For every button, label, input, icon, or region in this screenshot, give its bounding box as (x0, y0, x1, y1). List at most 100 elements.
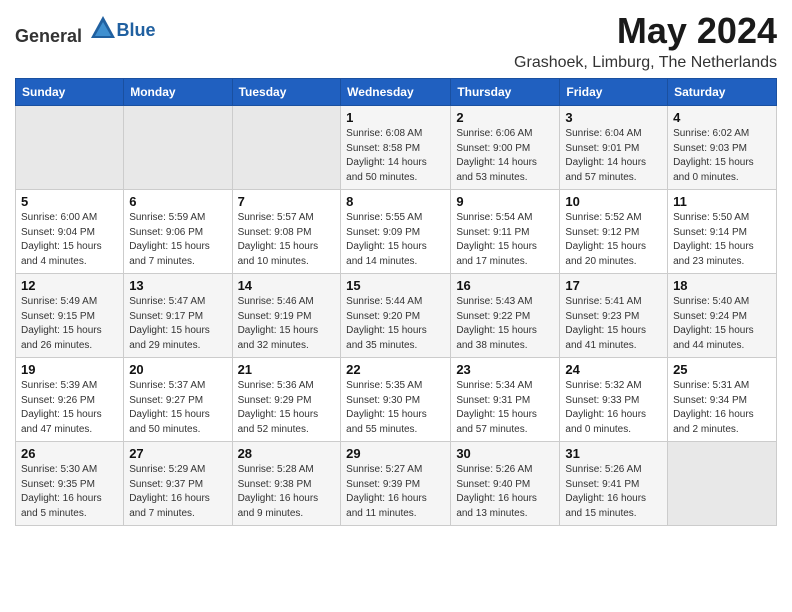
header-cell-sunday: Sunday (16, 79, 124, 106)
logo: General Blue (15, 14, 156, 47)
day-info: Sunrise: 5:28 AM Sunset: 9:38 PM Dayligh… (238, 463, 336, 521)
day-cell: 7Sunrise: 5:57 AM Sunset: 9:08 PM Daylig… (232, 190, 341, 274)
day-cell (124, 106, 232, 190)
day-number: 25 (673, 362, 771, 377)
header-cell-monday: Monday (124, 79, 232, 106)
day-cell: 2Sunrise: 6:06 AM Sunset: 9:00 PM Daylig… (451, 106, 560, 190)
day-number: 26 (21, 446, 118, 461)
day-info: Sunrise: 5:26 AM Sunset: 9:40 PM Dayligh… (456, 463, 554, 521)
day-cell: 29 Sunrise: 5:27 AM Sunset: 9:39 PM Dayli… (341, 442, 451, 526)
day-cell (668, 442, 777, 526)
day-cell: 21 Sunrise: 5:36 AM Sunset: 9:29 PM Dayli… (232, 358, 341, 442)
day-number: 1 (346, 110, 445, 125)
day-info: Sunrise: 6:00 AM Sunset: 9:04 PM Dayligh… (21, 211, 118, 269)
week-row-4: 19Sunrise: 5:39 AM Sunset: 9:26 PM Dayli… (16, 358, 777, 442)
day-number: 10 (565, 194, 662, 209)
day-number: 21 (238, 362, 336, 377)
day-info: Sunrise: 6:02 AM Sunset: 9:03 PM Dayligh… (673, 127, 771, 185)
logo-icon (89, 14, 117, 42)
day-cell (16, 106, 124, 190)
day-cell: 4Sunrise: 6:02 AM Sunset: 9:03 PM Daylig… (668, 106, 777, 190)
day-info: Sunrise: 6:08 AM Sunset: 8:58 PM Dayligh… (346, 127, 445, 185)
day-number: 27 (129, 446, 226, 461)
day-number: 13 (129, 278, 226, 293)
day-cell: 31 Sunrise: 5:26 AM Sunset: 9:41 PM Dayli… (560, 442, 668, 526)
page-header: General Blue May 2024 Grashoek, Limburg,… (15, 10, 777, 72)
day-number: 22 (346, 362, 445, 377)
day-info: Sunrise: 5:27 AM Sunset: 9:39 PM Dayligh… (346, 463, 445, 521)
day-cell: 11Sunrise: 5:50 AM Sunset: 9:14 PM Dayli… (668, 190, 777, 274)
day-cell: 15 Sunrise: 5:44 AM Sunset: 9:20 PM Dayli… (341, 274, 451, 358)
day-info: Sunrise: 5:57 AM Sunset: 9:08 PM Dayligh… (238, 211, 336, 269)
day-cell: 6Sunrise: 5:59 AM Sunset: 9:06 PM Daylig… (124, 190, 232, 274)
day-cell: 20Sunrise: 5:37 AM Sunset: 9:27 PM Dayli… (124, 358, 232, 442)
day-cell: 13 Sunrise: 5:47 AM Sunset: 9:17 PM Dayli… (124, 274, 232, 358)
day-number: 28 (238, 446, 336, 461)
day-info: Sunrise: 5:34 AM Sunset: 9:31 PM Dayligh… (456, 379, 554, 437)
week-row-2: 5 Sunrise: 6:00 AM Sunset: 9:04 PM Daylig… (16, 190, 777, 274)
day-number: 15 (346, 278, 445, 293)
main-title: May 2024 (514, 10, 777, 52)
header-row: SundayMondayTuesdayWednesdayThursdayFrid… (16, 79, 777, 106)
day-number: 18 (673, 278, 771, 293)
day-cell: 17 Sunrise: 5:41 AM Sunset: 9:23 PM Dayli… (560, 274, 668, 358)
day-number: 31 (565, 446, 662, 461)
day-number: 14 (238, 278, 336, 293)
header-cell-thursday: Thursday (451, 79, 560, 106)
day-info: Sunrise: 5:31 AM Sunset: 9:34 PM Dayligh… (673, 379, 771, 437)
subtitle: Grashoek, Limburg, The Netherlands (514, 54, 777, 72)
logo-general: General (15, 26, 82, 46)
day-number: 30 (456, 446, 554, 461)
day-number: 5 (21, 194, 118, 209)
day-number: 12 (21, 278, 118, 293)
day-info: Sunrise: 5:40 AM Sunset: 9:24 PM Dayligh… (673, 295, 771, 353)
day-number: 9 (456, 194, 554, 209)
day-info: Sunrise: 5:47 AM Sunset: 9:17 PM Dayligh… (129, 295, 226, 353)
day-number: 23 (456, 362, 554, 377)
day-info: Sunrise: 5:26 AM Sunset: 9:41 PM Dayligh… (565, 463, 662, 521)
day-cell: 24Sunrise: 5:32 AM Sunset: 9:33 PM Dayli… (560, 358, 668, 442)
day-cell: 16 Sunrise: 5:43 AM Sunset: 9:22 PM Dayli… (451, 274, 560, 358)
title-area: May 2024 Grashoek, Limburg, The Netherla… (514, 10, 777, 72)
day-info: Sunrise: 5:39 AM Sunset: 9:26 PM Dayligh… (21, 379, 118, 437)
day-info: Sunrise: 5:37 AM Sunset: 9:27 PM Dayligh… (129, 379, 226, 437)
day-info: Sunrise: 5:32 AM Sunset: 9:33 PM Dayligh… (565, 379, 662, 437)
day-cell: 10 Sunrise: 5:52 AM Sunset: 9:12 PM Dayli… (560, 190, 668, 274)
calendar-table: SundayMondayTuesdayWednesdayThursdayFrid… (15, 78, 777, 526)
day-number: 16 (456, 278, 554, 293)
day-number: 8 (346, 194, 445, 209)
day-info: Sunrise: 6:06 AM Sunset: 9:00 PM Dayligh… (456, 127, 554, 185)
day-cell: 26 Sunrise: 5:30 AM Sunset: 9:35 PM Dayli… (16, 442, 124, 526)
day-cell: 3Sunrise: 6:04 AM Sunset: 9:01 PM Daylig… (560, 106, 668, 190)
week-row-3: 12 Sunrise: 5:49 AM Sunset: 9:15 PM Dayli… (16, 274, 777, 358)
day-info: Sunrise: 5:44 AM Sunset: 9:20 PM Dayligh… (346, 295, 445, 353)
day-info: Sunrise: 5:49 AM Sunset: 9:15 PM Dayligh… (21, 295, 118, 353)
day-cell: 28 Sunrise: 5:28 AM Sunset: 9:38 PM Dayli… (232, 442, 341, 526)
day-cell: 12 Sunrise: 5:49 AM Sunset: 9:15 PM Dayli… (16, 274, 124, 358)
day-info: Sunrise: 5:55 AM Sunset: 9:09 PM Dayligh… (346, 211, 445, 269)
week-row-5: 26 Sunrise: 5:30 AM Sunset: 9:35 PM Dayli… (16, 442, 777, 526)
day-info: Sunrise: 5:43 AM Sunset: 9:22 PM Dayligh… (456, 295, 554, 353)
day-cell: 14Sunrise: 5:46 AM Sunset: 9:19 PM Dayli… (232, 274, 341, 358)
day-info: Sunrise: 5:36 AM Sunset: 9:29 PM Dayligh… (238, 379, 336, 437)
day-cell: 9 Sunrise: 5:54 AM Sunset: 9:11 PM Daylig… (451, 190, 560, 274)
day-cell: 8 Sunrise: 5:55 AM Sunset: 9:09 PM Daylig… (341, 190, 451, 274)
day-info: Sunrise: 5:54 AM Sunset: 9:11 PM Dayligh… (456, 211, 554, 269)
day-info: Sunrise: 5:30 AM Sunset: 9:35 PM Dayligh… (21, 463, 118, 521)
day-cell: 23 Sunrise: 5:34 AM Sunset: 9:31 PM Dayli… (451, 358, 560, 442)
day-info: Sunrise: 5:59 AM Sunset: 9:06 PM Dayligh… (129, 211, 226, 269)
day-number: 17 (565, 278, 662, 293)
day-cell: 1 Sunrise: 6:08 AM Sunset: 8:58 PM Daylig… (341, 106, 451, 190)
logo-blue: Blue (117, 20, 156, 40)
day-number: 29 (346, 446, 445, 461)
day-cell: 5 Sunrise: 6:00 AM Sunset: 9:04 PM Daylig… (16, 190, 124, 274)
day-cell: 18 Sunrise: 5:40 AM Sunset: 9:24 PM Dayli… (668, 274, 777, 358)
day-cell: 22Sunrise: 5:35 AM Sunset: 9:30 PM Dayli… (341, 358, 451, 442)
day-info: Sunrise: 5:41 AM Sunset: 9:23 PM Dayligh… (565, 295, 662, 353)
day-number: 11 (673, 194, 771, 209)
day-cell: 25 Sunrise: 5:31 AM Sunset: 9:34 PM Dayli… (668, 358, 777, 442)
day-cell: 30 Sunrise: 5:26 AM Sunset: 9:40 PM Dayli… (451, 442, 560, 526)
header-cell-wednesday: Wednesday (341, 79, 451, 106)
day-info: Sunrise: 5:52 AM Sunset: 9:12 PM Dayligh… (565, 211, 662, 269)
day-info: Sunrise: 6:04 AM Sunset: 9:01 PM Dayligh… (565, 127, 662, 185)
